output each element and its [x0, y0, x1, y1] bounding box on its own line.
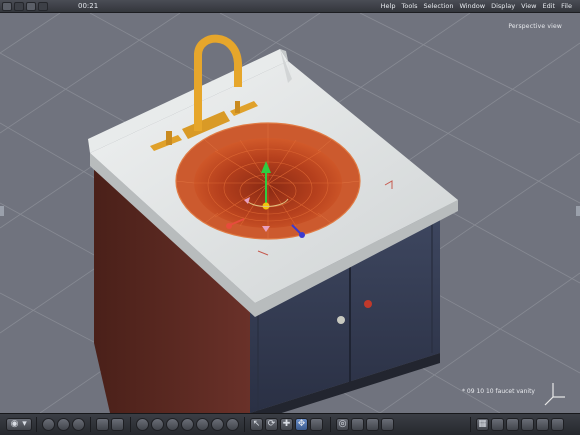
- eye-icon: ◎: [338, 419, 347, 429]
- bottom-toolbar: ◉ ▾ ↖ ⟳ ✚ ✥ ◎ ▦: [0, 413, 580, 435]
- snap-button[interactable]: [310, 418, 323, 431]
- menu-window[interactable]: Window: [459, 2, 485, 10]
- cube-button[interactable]: [96, 418, 109, 431]
- menubar: 00:21 Help Tools Selection Window Displa…: [0, 0, 580, 13]
- layout-button[interactable]: [521, 418, 534, 431]
- sphere-button[interactable]: [72, 418, 85, 431]
- shading-button[interactable]: [181, 418, 194, 431]
- menu-tools[interactable]: Tools: [401, 2, 417, 10]
- window-button[interactable]: [14, 1, 24, 11]
- layout-button[interactable]: [491, 418, 504, 431]
- window-button[interactable]: [38, 1, 48, 11]
- layout-button[interactable]: [506, 418, 519, 431]
- left-panel-handle[interactable]: [0, 206, 4, 216]
- viewport-title: Perspective view: [508, 23, 562, 30]
- window-button[interactable]: [26, 1, 36, 11]
- scale-icon: ✚: [282, 419, 291, 429]
- door-knob-right: [364, 300, 372, 308]
- window-button[interactable]: [2, 1, 12, 11]
- cube-button[interactable]: [111, 418, 124, 431]
- view-button[interactable]: [351, 418, 364, 431]
- layout-button[interactable]: [536, 418, 549, 431]
- time-readout: 00:21: [78, 2, 99, 10]
- rotate-icon: ⟳: [267, 419, 276, 429]
- sphere-button[interactable]: [42, 418, 55, 431]
- menu-edit[interactable]: Edit: [543, 2, 556, 10]
- view-button[interactable]: [366, 418, 379, 431]
- move-icon: ✥: [297, 419, 306, 429]
- window-controls: [0, 0, 50, 13]
- layout-button[interactable]: [551, 418, 564, 431]
- select-icon: ↖: [252, 419, 261, 429]
- shading-button[interactable]: [166, 418, 179, 431]
- shading-button[interactable]: [151, 418, 164, 431]
- shading-button[interactable]: [226, 418, 239, 431]
- shading-button[interactable]: [211, 418, 224, 431]
- camera-icon: ▾: [22, 419, 27, 429]
- menu-selection[interactable]: Selection: [424, 2, 454, 10]
- right-panel-handle[interactable]: [576, 206, 580, 216]
- sphere-button[interactable]: [57, 418, 70, 431]
- scene-render: [0, 13, 580, 413]
- menu-display[interactable]: Display: [491, 2, 515, 10]
- menu-help[interactable]: Help: [381, 2, 396, 10]
- shading-button[interactable]: [136, 418, 149, 431]
- layout-icon: ▦: [478, 419, 487, 429]
- selection-caption: * 09 10 10 faucet vanity: [462, 388, 535, 395]
- perspective-viewport[interactable]: Perspective view * 09 10 10 faucet vanit…: [0, 13, 580, 413]
- door-knob-left: [337, 316, 345, 324]
- shading-button[interactable]: [196, 418, 209, 431]
- menu-view[interactable]: View: [521, 2, 536, 10]
- menu-file[interactable]: File: [561, 2, 572, 10]
- menu-bar-items: Help Tools Selection Window Display View…: [381, 2, 580, 10]
- axis-indicator-icon: [544, 383, 565, 406]
- view-button[interactable]: [381, 418, 394, 431]
